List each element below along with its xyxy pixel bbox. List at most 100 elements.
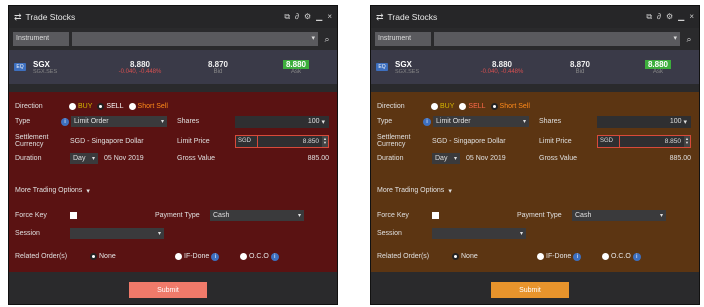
duration-value: Day xyxy=(73,155,86,162)
chevron-down-icon[interactable]: ▾ xyxy=(673,34,677,42)
link-icon[interactable]: ∂ xyxy=(657,12,661,22)
session-select[interactable]: ▾ xyxy=(70,228,164,239)
info-icon[interactable]: i xyxy=(61,117,69,126)
info-icon[interactable]: i xyxy=(423,117,431,126)
ask-cell[interactable]: 8.880 Ask xyxy=(257,50,335,84)
equity-icon: EQ xyxy=(376,63,388,71)
quote-bar: EQ SGX SGX.SES 8.880 -0.040, -0.448% 8.8… xyxy=(371,50,699,84)
payment-type-select[interactable]: Cash ▾ xyxy=(572,210,666,221)
popout-icon[interactable]: ⧉ xyxy=(646,12,652,22)
more-trading-options[interactable]: More Trading Options xyxy=(15,187,82,194)
link-icon[interactable]: ∂ xyxy=(295,12,299,22)
gear-icon[interactable]: ⚙ xyxy=(666,12,673,22)
force-key-checkbox[interactable] xyxy=(70,212,77,219)
order-type-select[interactable]: Limit Order ▾ xyxy=(71,116,167,127)
quote-symbol: SGX xyxy=(395,59,412,69)
shares-label: Shares xyxy=(539,118,562,125)
equity-icon: EQ xyxy=(14,63,26,71)
close-icon[interactable]: × xyxy=(689,12,694,22)
chevron-down-icon[interactable]: ▾ xyxy=(86,187,90,195)
oco-label: O.C.O xyxy=(611,253,631,260)
sell-radio[interactable]: SELL xyxy=(97,103,124,110)
submit-button[interactable]: Submit xyxy=(129,282,207,298)
buy-radio[interactable]: BUY xyxy=(431,103,454,110)
settlement-label: Settlement Currency xyxy=(15,134,49,148)
chevron-down-icon[interactable]: ▾ xyxy=(448,187,452,195)
duration-select[interactable]: Day ▾ xyxy=(70,153,98,164)
buy-radio[interactable]: BUY xyxy=(69,103,92,110)
oco-radio[interactable]: O.C.O i xyxy=(240,252,279,261)
limit-price-input[interactable]: SGD 8.850 ▲ ▼ xyxy=(597,134,691,148)
bid-price: 8.870 xyxy=(569,59,591,69)
shares-input[interactable]: 100 ▾ xyxy=(235,115,329,128)
limit-price-input[interactable]: SGD 8.850 ▲ ▼ xyxy=(235,134,329,148)
shares-input[interactable]: 100 ▾ xyxy=(597,115,691,128)
order-form: Direction BUY SELL Short Sell Type i Lim… xyxy=(9,92,337,272)
instrument-input[interactable]: ▾ xyxy=(72,32,318,46)
search-icon[interactable]: ⌕ xyxy=(321,34,333,45)
instrument-input[interactable]: ▾ xyxy=(434,32,680,46)
window-title: Trade Stocks xyxy=(387,12,438,22)
info-icon[interactable]: i xyxy=(632,252,641,261)
shares-value: 100 xyxy=(669,118,682,125)
title-bar[interactable]: ⇄ Trade Stocks ⧉ ∂ ⚙ ▁ × xyxy=(9,6,337,28)
title-bar[interactable]: ⇄ Trade Stocks ⧉ ∂ ⚙ ▁ × xyxy=(371,6,699,28)
price-change: -0.040, -0.448% xyxy=(118,68,162,75)
close-icon[interactable]: × xyxy=(327,12,332,22)
price-stepper[interactable]: ▲ ▼ xyxy=(684,135,690,147)
ask-cell[interactable]: 8.880 Ask xyxy=(619,50,697,84)
sell-radio[interactable]: SELL xyxy=(459,103,486,110)
short-sell-radio[interactable]: Short Sell xyxy=(490,103,530,110)
submit-button[interactable]: Submit xyxy=(491,282,569,298)
bid-label: Bid xyxy=(213,68,223,75)
none-radio[interactable]: None xyxy=(90,253,170,260)
duration-date: 05 Nov 2019 xyxy=(104,155,144,162)
if-done-label: IF-Done xyxy=(546,253,572,260)
payment-type-select[interactable]: Cash ▾ xyxy=(210,210,304,221)
force-key-checkbox[interactable] xyxy=(432,212,439,219)
bid-cell[interactable]: 8.870 Bid xyxy=(541,50,619,84)
settlement-value: SGD - Singapore Dollar xyxy=(70,137,144,145)
ask-price: 8.880 xyxy=(644,59,672,69)
bid-price: 8.870 xyxy=(207,59,229,69)
trade-icon: ⇄ xyxy=(376,11,384,22)
if-done-radio[interactable]: IF-Done i xyxy=(175,252,235,261)
instrument-label: Instrument xyxy=(375,32,431,46)
info-icon[interactable]: i xyxy=(573,252,582,261)
minimize-icon[interactable]: ▁ xyxy=(316,12,322,22)
session-select[interactable]: ▾ xyxy=(432,228,526,239)
chevron-down-icon: ▾ xyxy=(522,119,526,125)
chevron-down-icon[interactable]: ▾ xyxy=(311,34,315,42)
bid-cell[interactable]: 8.870 Bid xyxy=(179,50,257,84)
direction-label: Direction xyxy=(377,103,405,110)
info-icon[interactable]: i xyxy=(211,252,220,261)
chevron-down-icon: ▾ xyxy=(91,156,95,162)
info-icon[interactable]: i xyxy=(270,252,279,261)
gear-icon[interactable]: ⚙ xyxy=(304,12,311,22)
related-orders-label: Related Order(s) xyxy=(377,253,430,260)
oco-label: O.C.O xyxy=(249,253,269,260)
oco-radio[interactable]: O.C.O i xyxy=(602,252,641,261)
more-trading-options[interactable]: More Trading Options xyxy=(377,187,444,194)
duration-select[interactable]: Day ▾ xyxy=(432,153,460,164)
duration-value: Day xyxy=(435,155,448,162)
force-key-label: Force Key xyxy=(377,212,409,219)
duration-label: Duration xyxy=(377,155,404,162)
short-sell-radio[interactable]: Short Sell xyxy=(128,103,168,110)
chevron-down-icon: ▾ xyxy=(297,213,301,219)
instrument-label: Instrument xyxy=(13,32,69,46)
order-type-select[interactable]: Limit Order ▾ xyxy=(433,116,529,127)
if-done-label: IF-Done xyxy=(184,253,210,260)
payment-type-label: Payment Type xyxy=(155,212,200,219)
popout-icon[interactable]: ⧉ xyxy=(284,12,290,22)
direction-label: Direction xyxy=(15,103,43,110)
if-done-radio[interactable]: IF-Done i xyxy=(537,252,597,261)
none-radio[interactable]: None xyxy=(452,253,532,260)
price-stepper[interactable]: ▲ ▼ xyxy=(322,135,328,147)
related-orders-label: Related Order(s) xyxy=(15,253,68,260)
short-sell-label: Short Sell xyxy=(499,103,530,110)
search-icon[interactable]: ⌕ xyxy=(683,34,695,45)
minimize-icon[interactable]: ▁ xyxy=(678,12,684,22)
chevron-down-icon: ▾ xyxy=(659,213,663,219)
quote-bar: EQ SGX SGX.SES 8.880 -0.040, -0.448% 8.8… xyxy=(9,50,337,84)
